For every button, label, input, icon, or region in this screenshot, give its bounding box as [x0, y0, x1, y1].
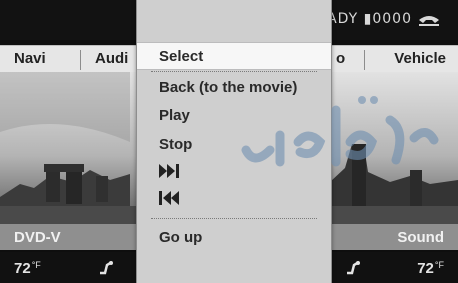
menu-hidden-item-tail[interactable]: o	[336, 50, 345, 67]
dvd-options-menu: Select Back (to the movie) Play Stop Go …	[136, 0, 332, 283]
status-text: ADY ▮0000	[327, 11, 412, 27]
skip-back-icon	[159, 191, 183, 205]
menu-divider	[364, 50, 365, 70]
menu-divider	[151, 71, 317, 72]
menu-option-label: Go up	[159, 229, 203, 246]
menu-option-label: Play	[159, 107, 190, 124]
infotainment-screen: ADY ▮0000 Navi Audi o Vehicle DVD-V Soun…	[0, 0, 458, 283]
source-label[interactable]: DVD-V	[14, 229, 61, 246]
left-temperature-unit: °F	[31, 260, 41, 270]
menu-navi[interactable]: Navi	[14, 50, 46, 67]
menu-option-go-up[interactable]: Go up	[137, 224, 331, 250]
menu-option-label: Stop	[159, 136, 193, 153]
status-readout: ADY ▮0000	[327, 11, 439, 27]
menu-option-back-to-movie[interactable]: Back (to the movie)	[137, 74, 331, 100]
menu-option-select[interactable]: Select	[137, 42, 331, 70]
menu-audio[interactable]: Audi	[95, 50, 128, 67]
menu-option-label: Select	[159, 48, 204, 65]
phone-icon	[418, 14, 439, 26]
sound-label[interactable]: Sound	[397, 229, 444, 246]
right-temperature-unit: °F	[434, 260, 444, 270]
menu-option-skip-forward[interactable]	[137, 159, 331, 185]
left-seat-fan-icon	[97, 259, 115, 277]
menu-option-play[interactable]: Play	[137, 102, 331, 128]
right-temperature-value: 72	[417, 260, 434, 277]
menu-option-skip-back[interactable]	[137, 186, 331, 212]
menu-divider	[151, 218, 317, 219]
menu-option-stop[interactable]: Stop	[137, 131, 331, 157]
left-temperature: 72°F	[14, 260, 41, 277]
skip-forward-icon	[159, 164, 183, 178]
left-temperature-value: 72	[14, 260, 31, 277]
menu-divider	[80, 50, 81, 70]
right-seat-fan-icon	[344, 259, 362, 277]
right-temperature: 72°F	[417, 260, 444, 277]
menu-vehicle[interactable]: Vehicle	[394, 50, 446, 67]
menu-option-label: Back (to the movie)	[159, 79, 298, 96]
